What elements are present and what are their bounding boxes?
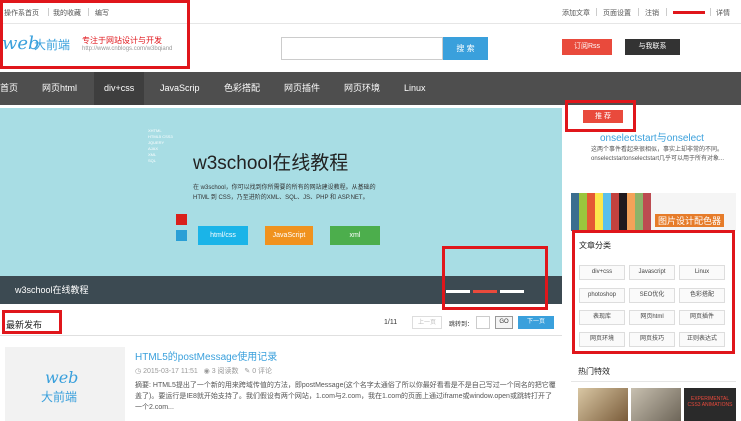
go-button[interactable]: GO — [495, 316, 513, 329]
topbar-link-write[interactable]: 编写 — [95, 8, 109, 18]
nav-item-environment[interactable]: 网页环境 — [344, 72, 380, 105]
category-item[interactable]: SEO优化 — [629, 288, 675, 303]
category-item[interactable]: 表现库 — [579, 310, 625, 325]
twitter-icon — [176, 230, 187, 241]
category-item[interactable]: photoshop — [579, 288, 625, 303]
top-bar: 操作系首页 我的收藏 编写 添加文章 页面设置 注销 详情 — [0, 0, 741, 24]
topbar-link-add-article[interactable]: 添加文章 — [562, 8, 590, 18]
nav-item-plugins[interactable]: 网页插件 — [284, 72, 320, 105]
topbar-divider — [88, 8, 89, 16]
clock-icon: ◷ — [135, 368, 144, 375]
palette-label: 图片设计配色器 — [655, 214, 725, 227]
post-meta: ◷ 2015-03-17 11:51 ◉ 3 阅读数 ✎ 0 评论 — [135, 366, 272, 376]
eye-icon: ◉ — [203, 368, 212, 375]
topbar-link-details[interactable]: 详情 — [716, 8, 730, 18]
hot-thumbnail-text: EXPERIMENTAL CSS3 ANIMATIONS — [687, 396, 733, 408]
recommend-description: 这两个事件看起来很相似，事实上却非常的不同。onselectstartonsel… — [591, 147, 725, 162]
nav-item-linux[interactable]: Linux — [404, 72, 426, 105]
topbar-link-home[interactable]: 操作系首页 — [4, 8, 39, 18]
banner-tag: SQL — [148, 158, 157, 163]
topbar-divider — [596, 8, 597, 16]
post-views: 3 阅读数 — [211, 368, 239, 375]
site-url: http://www.cnblogs.com/w3bqiand — [82, 46, 173, 52]
topbar-link-page-settings[interactable]: 页面设置 — [603, 8, 631, 18]
rss-subscribe-button[interactable]: 订阅Rss — [562, 39, 612, 55]
contact-button[interactable]: 与我联系 — [625, 39, 680, 55]
banner-slider[interactable] — [0, 108, 562, 304]
category-item[interactable]: Linux — [679, 265, 725, 280]
pdf-icon — [176, 214, 187, 225]
hot-thumbnail[interactable] — [631, 388, 681, 421]
categories-title: 文章分类 — [579, 241, 611, 250]
slider-dot[interactable] — [500, 290, 524, 293]
hot-title: 热门特效 — [578, 367, 610, 376]
username-redacted — [673, 11, 705, 14]
banner-button-javascript[interactable]: JavaScript — [265, 226, 313, 245]
nav-item-div-css[interactable]: div+css — [94, 72, 145, 105]
category-item[interactable]: 网页html — [629, 310, 675, 325]
thumb-logo-web: web — [45, 368, 79, 387]
thumb-logo-cn: 大前端 — [41, 390, 78, 404]
prev-page-button[interactable]: 上一页 — [412, 316, 442, 329]
category-item[interactable]: Javascript — [629, 265, 675, 280]
category-item[interactable]: div+css — [579, 265, 625, 280]
post-date: 2015-03-17 11:51 — [143, 368, 198, 375]
topbar-divider — [638, 8, 639, 16]
banner-button-html-css[interactable]: html/css — [198, 226, 248, 245]
topbar-divider — [666, 8, 667, 16]
nav-item-home[interactable]: 首页 — [0, 72, 24, 105]
topbar-link-favorites[interactable]: 我的收藏 — [53, 8, 81, 18]
search-input[interactable] — [281, 37, 443, 60]
nav-item-color[interactable]: 色彩搭配 — [224, 72, 260, 105]
main-nav: 首页 网页html div+css JavaScrip 色彩搭配 网页插件 网页… — [0, 72, 741, 105]
banner-caption: w3school在线教程 — [15, 285, 89, 295]
topbar-link-logout[interactable]: 注销 — [645, 8, 659, 18]
site-slogan: 专注于网站设计与开发 — [82, 36, 162, 45]
post-comments[interactable]: 0 评论 — [252, 368, 272, 375]
category-item[interactable]: 正则表达式 — [679, 332, 725, 347]
nav-item-javascript[interactable]: JavaScrip — [160, 72, 200, 105]
category-item[interactable]: 网页插件 — [679, 310, 725, 325]
nav-item-html[interactable]: 网页html — [42, 72, 77, 105]
post-title[interactable]: HTML5的postMessage使用记录 — [135, 348, 277, 363]
topbar-divider — [710, 8, 711, 16]
jump-label: 跳转到： — [449, 322, 474, 328]
search-button[interactable]: 搜 索 — [443, 37, 488, 60]
category-item[interactable]: 网页环境 — [579, 332, 625, 347]
category-item[interactable]: 色彩搭配 — [679, 288, 725, 303]
jump-page-input[interactable] — [476, 316, 490, 329]
banner-description: 在 w3school，你可以找到你所需要的所有的网站建设教程。从基础的 HTML… — [193, 185, 376, 201]
hot-thumbnail[interactable] — [578, 388, 628, 421]
post-summary: 摘要: HTML5提出了一个新的用来跨域传值的方法，即postMessage(这… — [135, 382, 556, 411]
slider-dot[interactable] — [446, 290, 470, 293]
banner-title: w3school在线教程 — [193, 153, 349, 174]
logo-cn[interactable]: 大前端 — [34, 36, 70, 53]
latest-title: 最新发布 — [6, 320, 43, 330]
next-page-button[interactable]: 下一页 — [518, 316, 554, 329]
category-item[interactable]: 网页技巧 — [629, 332, 675, 347]
recommend-button[interactable]: 推 荐 — [583, 110, 623, 123]
banner-tag-list: XHTML HTML5 CSS3 JQUERY AJAX XML SQL — [148, 128, 173, 164]
recommend-title[interactable]: onselectstart与onselect — [600, 129, 704, 144]
page-count: 1/11 — [384, 319, 398, 326]
topbar-divider — [48, 8, 49, 16]
banner-button-xml[interactable]: xml — [330, 226, 380, 245]
slider-dot-active[interactable] — [473, 290, 497, 293]
